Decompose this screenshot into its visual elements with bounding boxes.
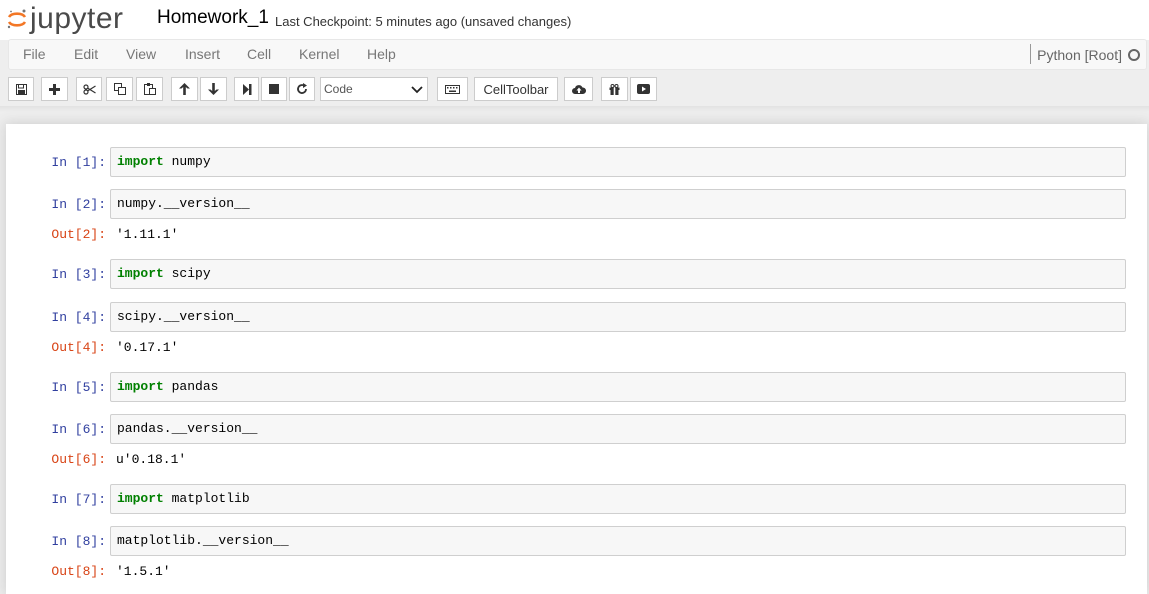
input-prompt: In [7]: bbox=[51, 492, 106, 507]
jupyter-orbit-icon bbox=[7, 9, 27, 29]
notebook-name[interactable]: Homework_1 bbox=[157, 7, 269, 29]
code-text: scipy bbox=[163, 266, 211, 281]
input-prompt: In [5]: bbox=[51, 380, 106, 395]
output-prompt: Out[6]: bbox=[51, 452, 106, 467]
move-down-button[interactable] bbox=[200, 77, 227, 101]
input-prompt: In [1]: bbox=[51, 155, 106, 170]
paste-button[interactable] bbox=[136, 77, 163, 101]
plus-icon bbox=[49, 83, 60, 95]
cell-type-select[interactable]: Code bbox=[320, 77, 428, 101]
copy-icon bbox=[113, 83, 126, 95]
notebook-container: In [1]: import numpy In [2]: numpy.__ver… bbox=[6, 124, 1147, 594]
code-text: pandas.__version__ bbox=[117, 421, 258, 436]
paste-icon bbox=[143, 83, 156, 95]
keyboard-icon bbox=[445, 84, 460, 94]
restart-icon bbox=[297, 83, 307, 94]
copy-button[interactable] bbox=[106, 77, 133, 101]
code-text: matplotlib.__version__ bbox=[117, 533, 289, 548]
interrupt-button[interactable] bbox=[261, 77, 287, 101]
output-prompt: Out[4]: bbox=[51, 340, 106, 355]
jupyter-brand: jupyter bbox=[30, 2, 124, 35]
output-text: u'0.18.1' bbox=[116, 452, 187, 467]
code-input[interactable]: numpy.__version__ bbox=[110, 189, 1126, 219]
code-text: scipy.__version__ bbox=[117, 309, 250, 324]
code-keyword: import bbox=[117, 491, 164, 506]
menu-edit[interactable]: Edit bbox=[74, 46, 98, 62]
celltoolbar-button[interactable]: CellToolbar bbox=[474, 77, 558, 101]
input-prompt: In [6]: bbox=[51, 422, 106, 437]
output-prompt: Out[2]: bbox=[51, 227, 106, 242]
command-palette-button[interactable] bbox=[437, 77, 468, 101]
menu-help[interactable]: Help bbox=[367, 46, 396, 62]
kernel-name: Python [Root] bbox=[1037, 47, 1122, 63]
code-input[interactable]: import pandas bbox=[110, 372, 1126, 402]
run-cell-button[interactable] bbox=[234, 77, 259, 101]
code-text: pandas bbox=[163, 379, 219, 394]
menu-kernel[interactable]: Kernel bbox=[299, 46, 339, 62]
menu-cell[interactable]: Cell bbox=[247, 46, 271, 62]
menubar: File Edit View Insert Cell Kernel Help P… bbox=[8, 39, 1147, 70]
gift-button[interactable] bbox=[601, 77, 628, 101]
code-text: numpy bbox=[163, 154, 211, 169]
menu-view[interactable]: View bbox=[126, 46, 156, 62]
arrow-up-icon bbox=[179, 83, 190, 95]
cut-icon bbox=[82, 83, 96, 95]
youtube-icon bbox=[637, 84, 650, 94]
move-up-button[interactable] bbox=[171, 77, 198, 101]
code-keyword: import bbox=[117, 154, 164, 169]
cell-type-value: Code bbox=[324, 82, 353, 96]
upload-button[interactable] bbox=[564, 77, 593, 101]
menu-file[interactable]: File bbox=[23, 46, 46, 62]
code-input[interactable]: scipy.__version__ bbox=[110, 302, 1126, 332]
output-text: '1.11.1' bbox=[116, 227, 179, 242]
celltoolbar-label: CellToolbar bbox=[483, 81, 549, 97]
jupyter-logo[interactable]: jupyter bbox=[6, 2, 124, 36]
output-prompt: Out[8]: bbox=[51, 564, 106, 579]
input-prompt: In [8]: bbox=[51, 534, 106, 549]
stop-icon bbox=[269, 84, 279, 94]
arrow-down-icon bbox=[208, 83, 219, 95]
header-shadow bbox=[0, 106, 1149, 112]
kernel-indicator[interactable]: Python [Root] bbox=[1030, 44, 1146, 64]
code-input[interactable]: import numpy bbox=[110, 147, 1126, 177]
save-icon bbox=[15, 83, 27, 95]
chevron-down-icon bbox=[411, 86, 423, 94]
code-keyword: import bbox=[117, 379, 164, 394]
code-keyword: import bbox=[117, 266, 164, 281]
code-text: matplotlib bbox=[163, 491, 250, 506]
kernel-idle-icon bbox=[1128, 49, 1140, 61]
cut-button[interactable] bbox=[76, 77, 102, 101]
menu-insert[interactable]: Insert bbox=[185, 46, 220, 62]
kernel-separator bbox=[1030, 44, 1032, 64]
input-prompt: In [3]: bbox=[51, 267, 106, 282]
checkpoint-status: Last Checkpoint: 5 minutes ago (unsaved … bbox=[275, 14, 572, 29]
restart-button[interactable] bbox=[289, 77, 315, 101]
code-input[interactable]: import scipy bbox=[110, 259, 1126, 289]
code-input[interactable]: matplotlib.__version__ bbox=[110, 526, 1126, 556]
present-button[interactable] bbox=[630, 77, 657, 101]
step-forward-icon bbox=[242, 83, 251, 95]
gift-icon bbox=[609, 83, 620, 95]
output-text: '1.5.1' bbox=[116, 564, 171, 579]
input-prompt: In [2]: bbox=[51, 197, 106, 212]
insert-cell-button[interactable] bbox=[41, 77, 68, 101]
code-input[interactable]: import matplotlib bbox=[110, 484, 1126, 514]
cloud-upload-icon bbox=[571, 85, 586, 94]
code-text: numpy.__version__ bbox=[117, 196, 250, 211]
code-input[interactable]: pandas.__version__ bbox=[110, 414, 1126, 444]
save-button[interactable] bbox=[8, 77, 34, 101]
header: jupyter Homework_1 Last Checkpoint: 5 mi… bbox=[0, 0, 1149, 40]
output-text: '0.17.1' bbox=[116, 340, 179, 355]
input-prompt: In [4]: bbox=[51, 310, 106, 325]
